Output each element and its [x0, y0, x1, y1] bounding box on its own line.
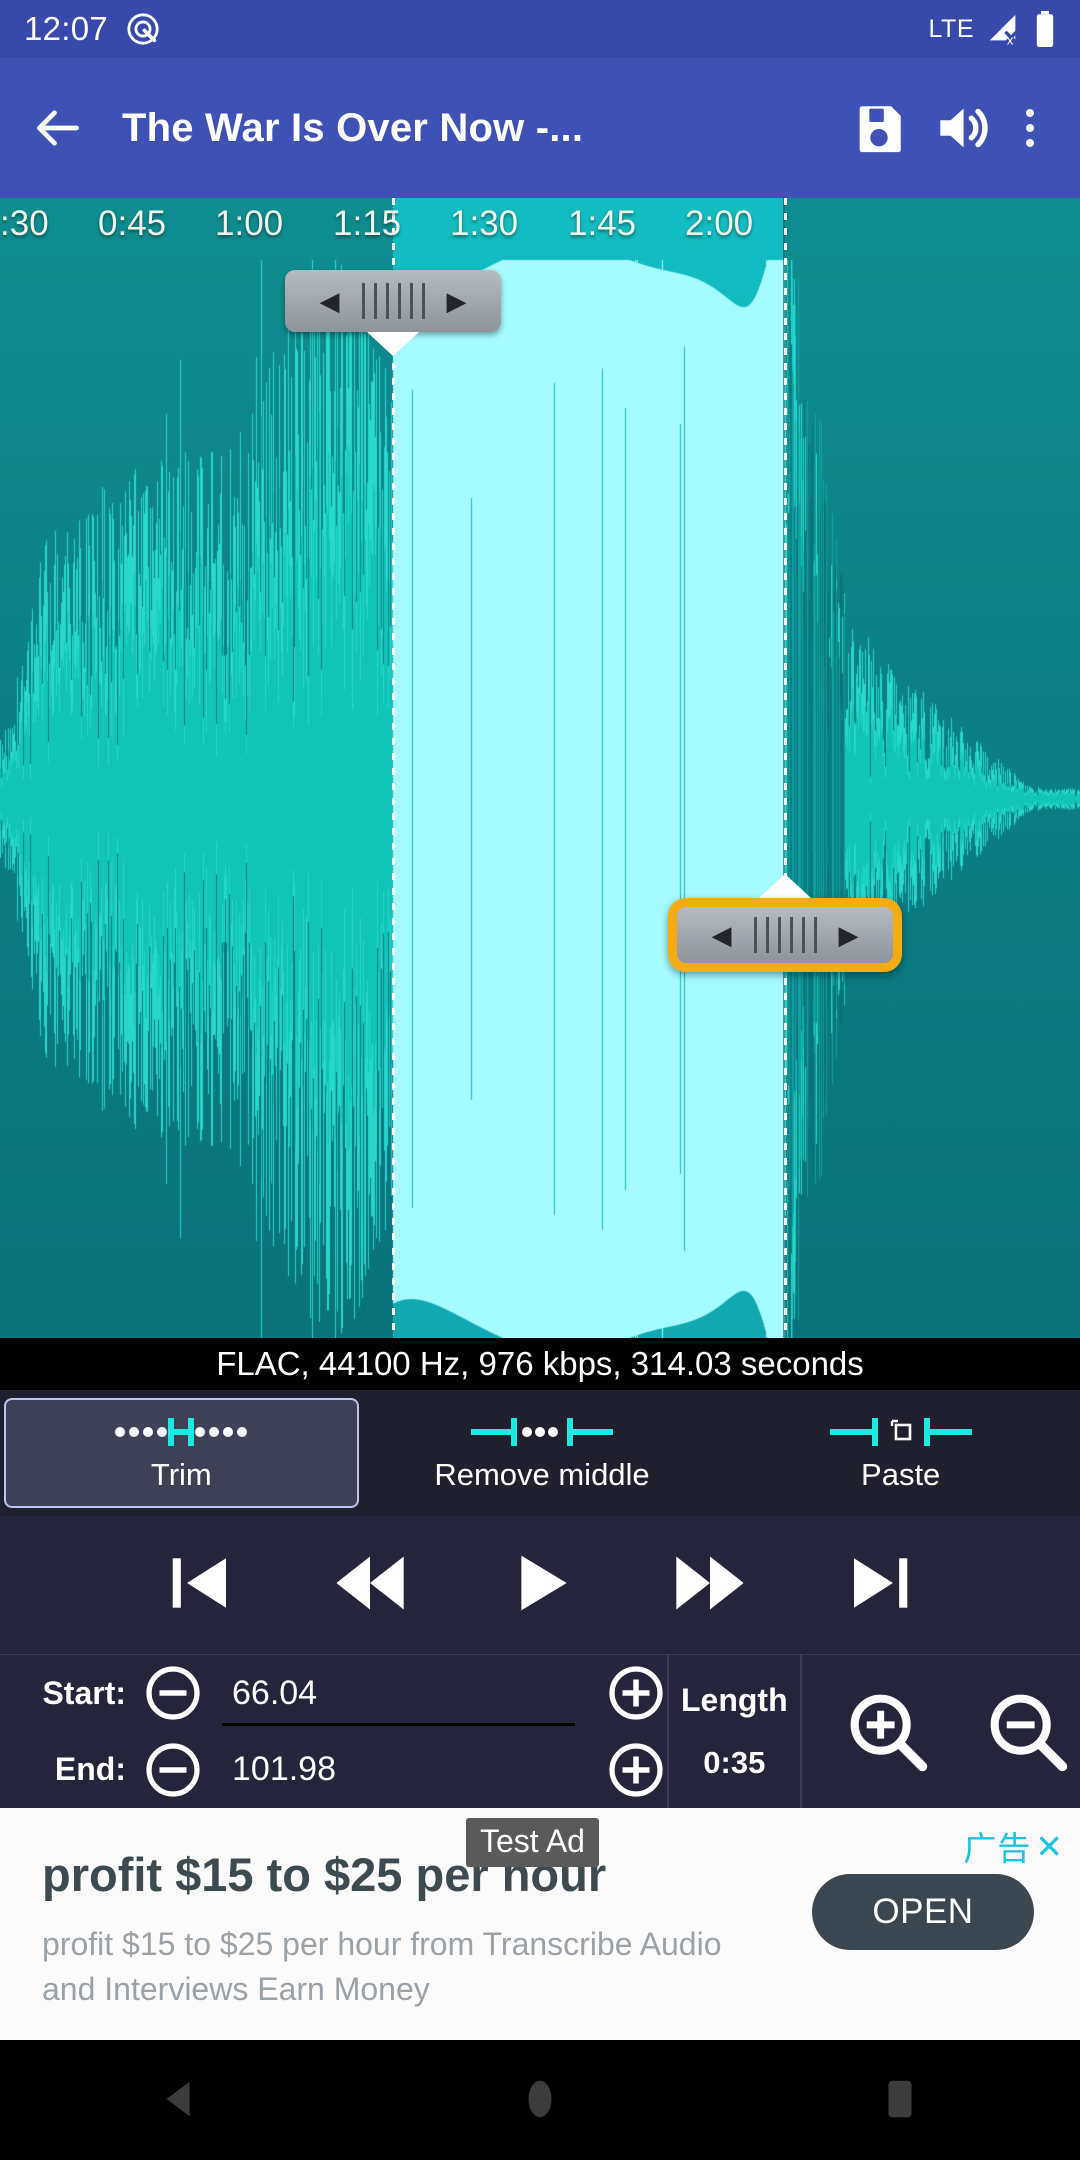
selection-length-display: Length 0:35: [666, 1655, 802, 1808]
rewind-icon: [327, 1540, 413, 1631]
nav-recents-icon: [877, 2076, 923, 2127]
edit-mode-label: Paste: [861, 1457, 941, 1492]
handle-right-arrow-icon: ▶: [838, 920, 859, 950]
ad-headline: profit $15 to $25 per hour: [42, 1848, 607, 1901]
minus-circle-icon: [146, 1743, 200, 1797]
edit-mode-label: Remove middle: [434, 1457, 650, 1492]
system-navigation-bar: [0, 2042, 1080, 2160]
edit-mode-label: Trim: [150, 1457, 212, 1492]
handle-left-arrow-icon: ◀: [319, 286, 340, 316]
status-clock: 12:07: [24, 10, 109, 47]
start-end-controls: Start: 66.04 End: 101.98: [0, 1655, 667, 1808]
start-control-line: Start: 66.04: [0, 1655, 667, 1732]
svg-text:x: x: [1007, 33, 1014, 46]
handle-grip-icon: [361, 283, 425, 319]
end-value[interactable]: 101.98: [204, 1750, 605, 1789]
skip-to-end-button[interactable]: [825, 1530, 935, 1640]
transport-controls: [0, 1516, 1080, 1654]
plus-circle-icon: [608, 1743, 663, 1797]
nav-back-button[interactable]: [105, 2042, 255, 2160]
play-button[interactable]: [485, 1530, 595, 1640]
status-bar: 12:07 LTE x: [0, 0, 1080, 58]
battery-icon: [1034, 11, 1056, 47]
start-label: Start:: [42, 1674, 126, 1711]
start-value[interactable]: 66.04: [204, 1674, 605, 1726]
fast-forward-icon: [667, 1540, 753, 1631]
start-decrement-button[interactable]: [142, 1662, 204, 1724]
length-value: 0:35: [703, 1745, 766, 1780]
back-button[interactable]: [22, 92, 94, 164]
page-title: The War Is Over Now -...: [122, 105, 584, 150]
waveform-canvas[interactable]: [0, 198, 1080, 1338]
end-marker-handle[interactable]: ◀ ▶: [668, 898, 902, 972]
save-button[interactable]: [838, 87, 920, 169]
start-handle-pointer-icon: [367, 332, 419, 356]
handle-grip-icon: [753, 917, 817, 953]
zoom-in-button[interactable]: [836, 1680, 940, 1784]
app-bar: The War Is Over Now -...: [0, 58, 1080, 198]
start-marker-handle[interactable]: ◀ ▶: [285, 270, 501, 332]
nav-home-icon: [517, 2076, 563, 2127]
nav-home-button[interactable]: [465, 2042, 615, 2160]
signal-no-service-icon: x: [987, 12, 1021, 46]
length-label: Length: [680, 1682, 788, 1718]
fast-forward-button[interactable]: [655, 1530, 765, 1640]
skip-next-icon: [841, 1544, 919, 1627]
network-type-label: LTE: [928, 14, 974, 43]
plus-circle-icon: [608, 1666, 663, 1720]
ad-body-text: profit $15 to $25 per hour from Transcri…: [42, 1926, 722, 2008]
volume-icon: [930, 97, 992, 159]
save-icon: [850, 99, 908, 157]
ad-close-button[interactable]: 广告 ✕: [963, 1822, 1064, 1870]
skip-previous-icon: [161, 1544, 239, 1627]
selection-end-line: [784, 198, 787, 1338]
ad-open-button[interactable]: OPEN: [812, 1874, 1034, 1950]
ad-label-text: 广告: [963, 1830, 1032, 1867]
selection-start-line: [392, 198, 395, 1338]
nav-back-icon: [157, 2076, 203, 2127]
edit-mode-bar: Trim Remove middle Paste: [0, 1390, 1080, 1516]
skip-to-start-button[interactable]: [145, 1530, 255, 1640]
trim-icon: [96, 1413, 266, 1451]
edit-mode-remove-middle-button[interactable]: Remove middle: [367, 1398, 718, 1508]
end-increment-button[interactable]: [605, 1739, 667, 1801]
overflow-menu-button[interactable]: [1002, 87, 1058, 169]
screen-record-icon: [126, 12, 160, 46]
remove-middle-icon: [457, 1413, 627, 1451]
overflow-menu-icon: [1026, 109, 1034, 147]
end-label: End:: [54, 1751, 126, 1788]
app-screen: 12:07 LTE x The War Is Over Now -...:30…: [0, 0, 1080, 2160]
edit-mode-trim-button[interactable]: Trim: [4, 1398, 359, 1508]
paste-icon: [816, 1413, 986, 1451]
rewind-button[interactable]: [315, 1530, 425, 1640]
handle-left-arrow-icon: ◀: [711, 920, 732, 950]
volume-button[interactable]: [920, 87, 1002, 169]
advertisement-banner[interactable]: profit $15 to $25 per hour profit $15 to…: [0, 1808, 1080, 2040]
file-info-bar: FLAC, 44100 Hz, 976 kbps, 314.03 seconds: [0, 1338, 1080, 1390]
minus-circle-icon: [146, 1666, 200, 1720]
zoom-out-button[interactable]: [976, 1680, 1080, 1784]
ad-test-badge: Test Ad: [466, 1818, 599, 1867]
start-increment-button[interactable]: [605, 1662, 667, 1724]
close-icon: ✕: [1035, 1827, 1064, 1865]
end-handle-pointer-icon: [759, 874, 811, 898]
marker-controls-row: Start: 66.04 End: 101.98 Length 0:35: [0, 1654, 1080, 1808]
zoom-out-icon: [990, 1694, 1068, 1771]
end-decrement-button[interactable]: [142, 1739, 204, 1801]
play-icon: [500, 1543, 580, 1628]
handle-right-arrow-icon: ▶: [446, 286, 467, 316]
status-bar-right: LTE x: [929, 11, 1057, 47]
nav-recents-button[interactable]: [825, 2042, 975, 2160]
zoom-in-icon: [850, 1694, 928, 1771]
zoom-controls: [802, 1655, 1080, 1808]
status-bar-left: 12:07: [24, 10, 160, 48]
waveform-view[interactable]: :30 0:45 1:00 1:15 1:30 1:45 2:00 ◀ ▶ ◀ ▶: [0, 198, 1080, 1338]
edit-mode-paste-button[interactable]: Paste: [725, 1398, 1076, 1508]
end-control-line: End: 101.98: [0, 1732, 667, 1809]
